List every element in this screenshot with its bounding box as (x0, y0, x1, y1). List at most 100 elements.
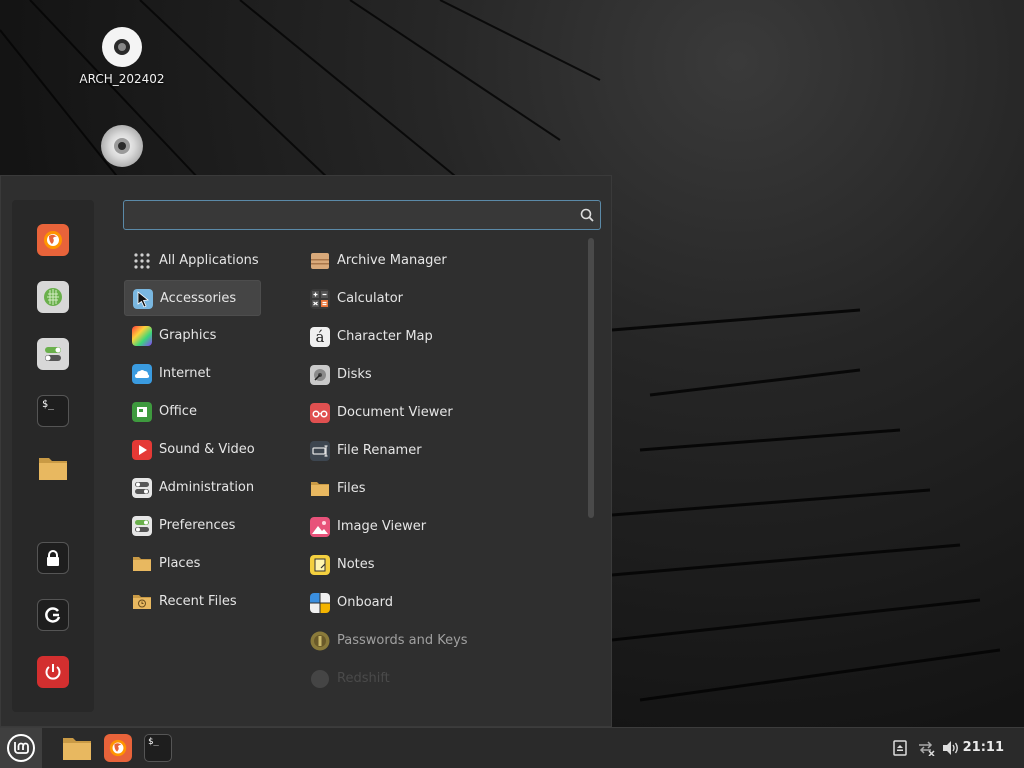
terminal-icon: $_ (148, 737, 159, 747)
cdrom-icon (101, 125, 143, 167)
favorite-software-manager[interactable] (37, 281, 69, 313)
lock-icon (47, 550, 59, 566)
redshift-icon (311, 670, 329, 688)
category-label: Office (159, 404, 197, 419)
search-input[interactable] (130, 205, 574, 227)
logout-icon (45, 607, 61, 623)
taskbar-launcher-firefox[interactable] (103, 733, 133, 763)
app-label: Files (337, 481, 366, 496)
app-passwords-and-keys[interactable]: Passwords and Keys (302, 623, 582, 659)
app-redshift[interactable]: Redshift (302, 661, 582, 697)
taskbar-launcher-files[interactable] (62, 733, 92, 763)
taskbar: $_ 21:11 (0, 727, 1024, 768)
tray-network[interactable] (917, 739, 935, 757)
character-map-icon: á (310, 327, 330, 347)
app-label: Character Map (337, 329, 433, 344)
desktop-icon-arch[interactable]: ARCH_202402 (67, 26, 177, 86)
image-viewer-icon (310, 517, 330, 537)
app-disks[interactable]: Disks (302, 357, 582, 393)
settings-icon (45, 347, 61, 361)
app-onboard[interactable]: Onboard (302, 585, 582, 621)
category-accessories[interactable]: Accessories (124, 280, 261, 316)
accessories-icon (133, 289, 153, 309)
category-places[interactable]: Places (124, 546, 261, 582)
category-administration[interactable]: Administration (124, 470, 261, 506)
app-notes[interactable]: Notes (302, 547, 582, 583)
taskbar-launcher-terminal[interactable]: $_ (143, 733, 173, 763)
app-label: Archive Manager (337, 253, 447, 268)
calculator-icon (310, 289, 330, 309)
folder-icon (63, 738, 91, 760)
onboard-icon (310, 593, 330, 613)
disc-icon (102, 27, 142, 67)
application-menu: $_ All Applications Accessories Graphics… (0, 175, 612, 727)
firefox-icon (109, 739, 127, 757)
app-label: Disks (337, 367, 372, 382)
network-disconnected-icon (919, 741, 935, 756)
internet-icon (132, 364, 152, 384)
category-graphics[interactable]: Graphics (124, 318, 261, 354)
category-sound-video[interactable]: Sound & Video (124, 432, 261, 468)
firefox-icon (44, 231, 62, 249)
favorite-system-settings[interactable] (37, 338, 69, 370)
tray-removable-drive[interactable] (891, 739, 909, 757)
favorite-shutdown[interactable] (37, 656, 69, 688)
menu-button[interactable] (0, 728, 42, 768)
favorite-terminal[interactable]: $_ (37, 395, 69, 427)
preferences-icon (132, 516, 152, 536)
linux-mint-logo-icon (7, 734, 35, 762)
app-files[interactable]: Files (302, 471, 582, 507)
search-icon (580, 208, 594, 222)
category-preferences[interactable]: Preferences (124, 508, 261, 544)
app-file-renamer[interactable]: File Renamer (302, 433, 582, 469)
app-archive-manager[interactable]: Archive Manager (302, 243, 582, 279)
category-label: Graphics (159, 328, 217, 343)
app-label: Onboard (337, 595, 394, 610)
app-label: Redshift (337, 671, 390, 686)
category-label: Internet (159, 366, 211, 381)
disks-icon (310, 365, 330, 385)
favorite-logout[interactable] (37, 599, 69, 631)
app-calculator[interactable]: Calculator (302, 281, 582, 317)
grid-icon (134, 253, 150, 269)
app-image-viewer[interactable]: Image Viewer (302, 509, 582, 545)
app-document-viewer[interactable]: Document Viewer (302, 395, 582, 431)
clock[interactable]: 21:11 (963, 740, 1004, 755)
folder-icon (311, 482, 329, 496)
power-icon (45, 664, 61, 680)
category-office[interactable]: Office (124, 394, 261, 430)
notes-icon (310, 555, 330, 575)
category-label: Administration (159, 480, 255, 495)
category-label: Accessories (160, 291, 237, 306)
folder-icon (39, 458, 67, 480)
folder-icon (133, 557, 151, 571)
app-label: File Renamer (337, 443, 422, 458)
app-label: Calculator (337, 291, 404, 306)
category-label: All Applications (159, 253, 259, 268)
archive-icon (311, 253, 329, 269)
category-internet[interactable]: Internet (124, 356, 261, 392)
search-box[interactable] (123, 200, 601, 230)
favorite-firefox[interactable] (37, 224, 69, 256)
desktop-icon-cdrom[interactable] (67, 124, 177, 168)
tray-volume[interactable] (942, 739, 960, 757)
software-manager-icon (44, 288, 62, 306)
recent-files-icon (133, 595, 151, 609)
app-label: Passwords and Keys (337, 633, 468, 648)
app-label: Document Viewer (337, 405, 453, 420)
terminal-icon: $_ (42, 399, 55, 410)
favorites-bar: $_ (12, 200, 94, 712)
file-renamer-icon (310, 441, 330, 461)
graphics-icon (132, 326, 152, 346)
category-label: Recent Files (159, 594, 237, 609)
favorite-files[interactable] (37, 452, 69, 484)
app-list-scrollbar[interactable] (588, 238, 594, 518)
category-all-applications[interactable]: All Applications (124, 243, 261, 279)
passwords-icon (310, 631, 330, 651)
volume-icon (943, 741, 958, 755)
favorite-lock-screen[interactable] (37, 542, 69, 574)
app-character-map[interactable]: á Character Map (302, 319, 582, 355)
sound-video-icon (132, 440, 152, 460)
category-label: Preferences (159, 518, 236, 533)
category-recent-files[interactable]: Recent Files (124, 584, 261, 620)
